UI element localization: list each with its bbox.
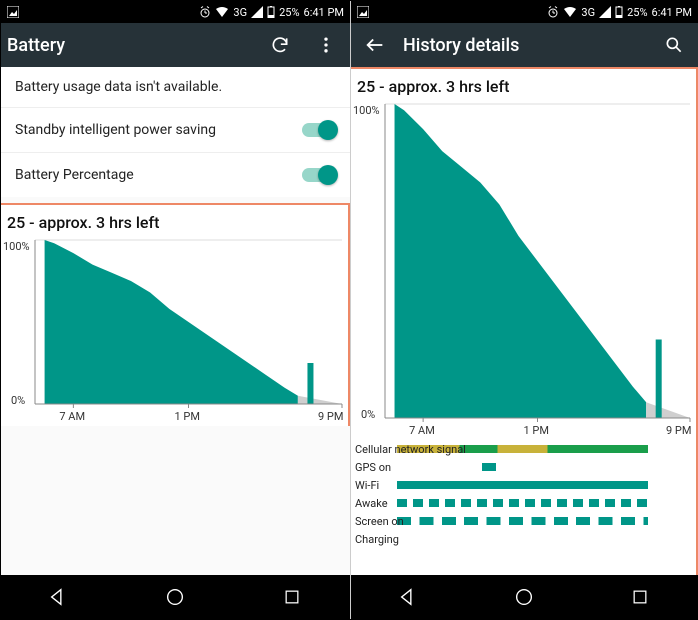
usage-tracks: Cellular network signal GPS on Wi-Fi Awa… (351, 440, 696, 552)
back-button[interactable] (357, 27, 393, 63)
chart-title: 25 - approx. 3 hrs left (351, 69, 696, 100)
setting-label: Standby intelligent power saving (15, 122, 216, 138)
battery-data-unavailable-message: Battery usage data isn't available. (1, 67, 350, 107)
battery-percentage-toggle[interactable] (302, 168, 336, 182)
clock-time: 6:41 PM (652, 6, 692, 19)
svg-text:9 PM: 9 PM (666, 424, 691, 437)
setting-label: Battery Percentage (15, 167, 134, 183)
battery-percent: 25% (279, 6, 299, 19)
nav-bar (1, 575, 350, 619)
battery-chart: 100% 0% 7 AM 1 PM 9 PM (1, 236, 348, 426)
app-bar: History details (351, 23, 698, 67)
page-title: Battery (7, 35, 252, 56)
track-wifi: Wi-Fi (353, 476, 694, 494)
nav-bar (351, 575, 698, 619)
page-title: History details (403, 35, 646, 56)
chart-title: 25 - approx. 3 hrs left (1, 205, 348, 236)
refresh-button[interactable] (262, 27, 298, 63)
nav-back-button[interactable] (39, 577, 79, 617)
svg-text:7 AM: 7 AM (409, 424, 435, 437)
nav-recent-button[interactable] (620, 577, 660, 617)
alarm-icon (199, 6, 211, 18)
picture-icon (357, 6, 369, 18)
standby-power-saving-row[interactable]: Standby intelligent power saving (1, 108, 350, 152)
svg-text:1 PM: 1 PM (175, 410, 200, 423)
status-bar: 3G 25% 6:41 PM (1, 1, 350, 23)
clock-time: 6:41 PM (304, 6, 344, 19)
network-type: 3G (233, 6, 247, 19)
wifi-icon (563, 6, 577, 18)
content-area: 25 - approx. 3 hrs left 100% 0% 7 AM 1 PM 9 … (351, 67, 698, 575)
battery-chart-summary[interactable]: 25 - approx. 3 hrs left 100% 0% 7 AM 1 PM 9 … (1, 203, 350, 426)
nav-home-button[interactable] (155, 577, 195, 617)
svg-text:7 AM: 7 AM (59, 410, 85, 423)
status-bar: 3G 25% 6:41 PM (351, 1, 698, 23)
svg-text:9 PM: 9 PM (318, 410, 343, 423)
battery-percentage-row[interactable]: Battery Percentage (1, 153, 350, 197)
search-button[interactable] (656, 27, 692, 63)
nav-home-button[interactable] (504, 577, 544, 617)
battery-icon (267, 6, 275, 18)
svg-text:1 PM: 1 PM (524, 424, 549, 437)
nav-recent-button[interactable] (272, 577, 312, 617)
alarm-icon (547, 6, 559, 18)
picture-icon (7, 6, 19, 18)
wifi-icon (215, 6, 229, 18)
battery-icon (615, 6, 623, 18)
content-area: Battery usage data isn't available. Stan… (1, 67, 350, 575)
nav-back-button[interactable] (389, 577, 429, 617)
track-charging: Charging (353, 530, 694, 548)
track-screen: Screen on (353, 512, 694, 530)
svg-text:0%: 0% (11, 394, 25, 407)
track-gps: GPS on (353, 458, 694, 476)
track-cellular: Cellular network signal (353, 440, 694, 458)
signal-icon (599, 6, 611, 18)
svg-text:0%: 0% (361, 408, 375, 421)
overflow-menu-button[interactable] (308, 27, 344, 63)
signal-icon (251, 6, 263, 18)
battery-history-chart: 100% 0% 7 AM 1 PM 9 PM (351, 100, 696, 440)
svg-text:100%: 100% (353, 104, 380, 117)
standby-toggle[interactable] (302, 123, 336, 137)
network-type: 3G (581, 6, 595, 19)
app-bar: Battery (1, 23, 350, 67)
track-awake: Awake (353, 494, 694, 512)
battery-percent: 25% (627, 6, 647, 19)
svg-text:100%: 100% (3, 240, 30, 253)
